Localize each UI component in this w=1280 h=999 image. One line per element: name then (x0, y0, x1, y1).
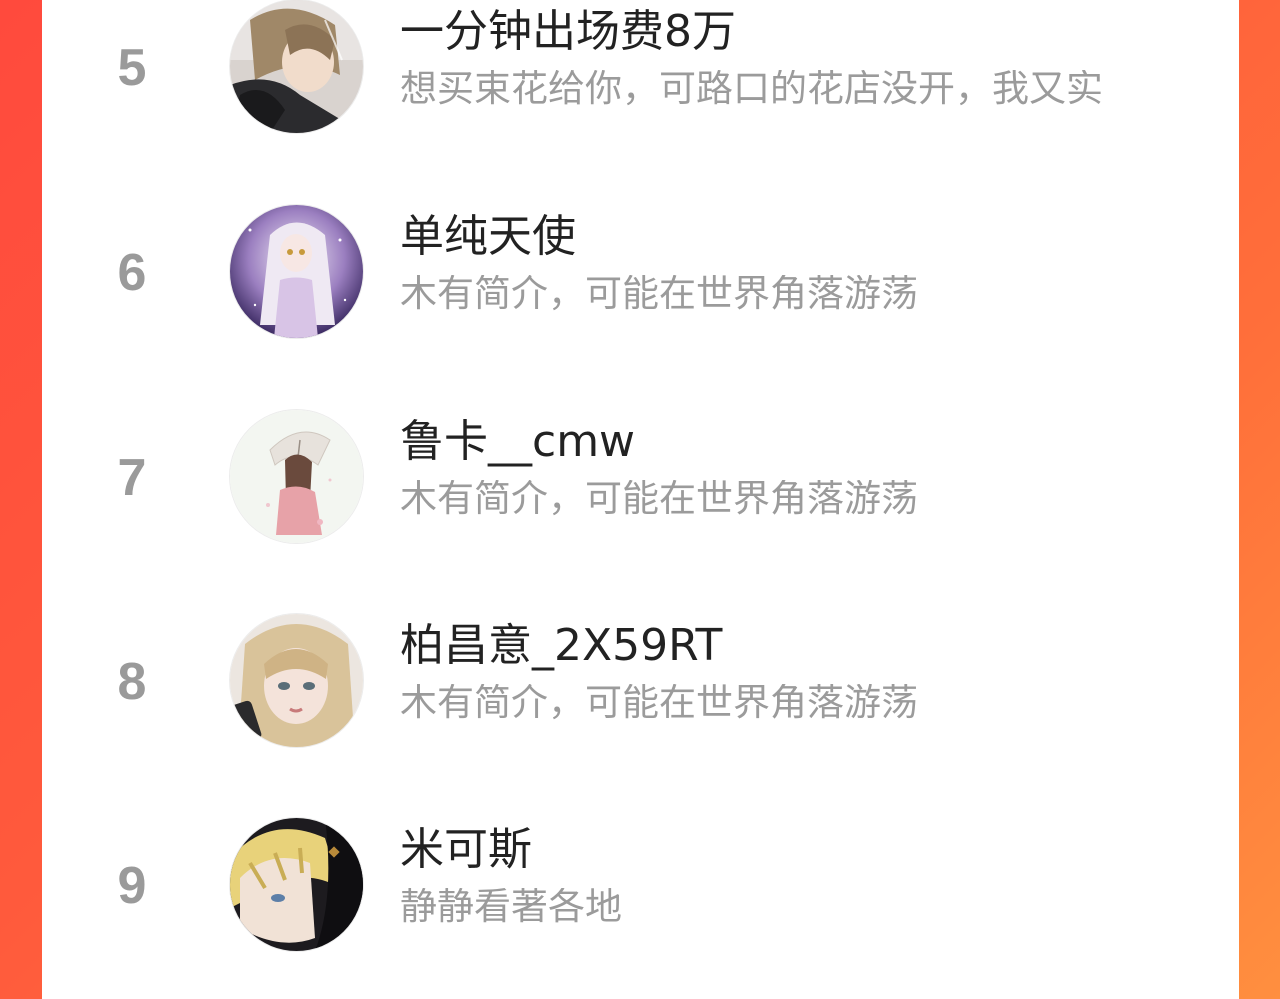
rank-number: 8 (117, 653, 147, 711)
user-avatar[interactable] (230, 614, 363, 747)
avatar-image (230, 0, 363, 133)
avatar-image (230, 205, 363, 338)
list-item[interactable]: 6 单纯天使 木有简介，可能在世界角落游荡 (42, 205, 1239, 365)
user-name: 米可斯 (400, 824, 532, 875)
avatar-image (230, 614, 363, 747)
user-avatar[interactable] (230, 410, 363, 543)
user-name: 鲁卡__cmw (400, 416, 636, 467)
list-item[interactable]: 9 米可斯 静静看著各地 (42, 818, 1239, 978)
rank-number: 7 (117, 449, 147, 507)
user-description: 木有简介，可能在世界角落游荡 (400, 275, 918, 312)
user-description: 想买束花给你，可路口的花店没开，我又实 (400, 70, 1103, 107)
list-item[interactable]: 8 柏昌意_2X59RT 木有简介，可能在世界角落游荡 (42, 614, 1239, 774)
user-name: 单纯天使 (400, 211, 576, 262)
user-avatar[interactable] (230, 818, 363, 951)
user-avatar[interactable] (230, 205, 363, 338)
user-description: 木有简介，可能在世界角落游荡 (400, 684, 918, 721)
user-description: 静静看著各地 (400, 888, 622, 925)
user-avatar[interactable] (230, 0, 363, 133)
user-name: 一分钟出场费8万 (400, 6, 736, 57)
list-item[interactable]: 5 一分钟出场费8万 想买束花给你，可路口的花店没开，我又实 (42, 0, 1239, 160)
rank-number: 6 (117, 244, 147, 302)
list-item[interactable]: 7 鲁卡__cmw 木有简介，可能在世界角落游荡 (42, 410, 1239, 570)
rank-number: 5 (117, 39, 147, 97)
avatar-image (230, 818, 363, 951)
user-name: 柏昌意_2X59RT (400, 620, 723, 671)
avatar-image (230, 410, 363, 543)
user-description: 木有简介，可能在世界角落游荡 (400, 480, 918, 517)
rank-number: 9 (117, 857, 147, 915)
ranking-list-panel: 5 一分钟出场费8万 想买束花给你，可路口的花店没开，我又实 6 单纯天使 木有… (42, 0, 1239, 999)
